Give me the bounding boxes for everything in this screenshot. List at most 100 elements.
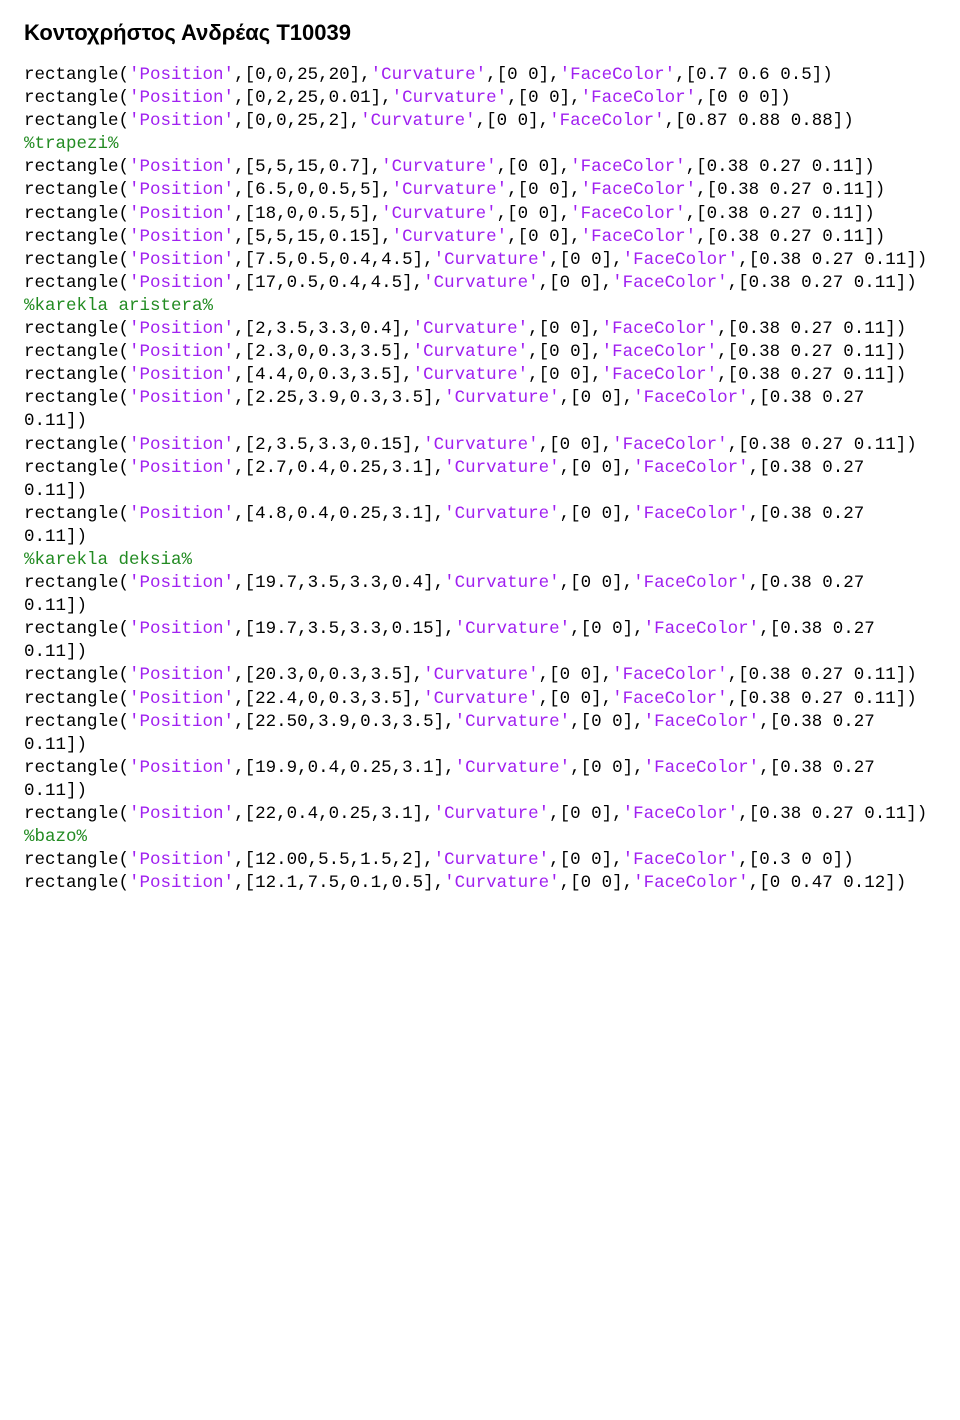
code-text: rectangle(	[24, 758, 129, 778]
code-text: rectangle(	[24, 873, 129, 893]
code-line: rectangle('Position',[2.3,0,0.3,3.5],'Cu…	[24, 341, 936, 364]
code-string: 'FaceColor'	[612, 665, 728, 685]
code-string: 'Curvature'	[423, 689, 539, 709]
code-line: rectangle('Position',[4.8,0.4,0.25,3.1],…	[24, 503, 936, 549]
code-text: ,[2.7,0.4,0.25,3.1],	[234, 458, 444, 478]
code-string: 'Position'	[129, 619, 234, 639]
code-line: rectangle('Position',[19.7,3.5,3.3,0.4],…	[24, 572, 936, 618]
code-string: 'Position'	[129, 157, 234, 177]
code-text: ,[0 0],	[570, 619, 644, 639]
code-text: rectangle(	[24, 850, 129, 870]
code-text: ,[2,3.5,3.3,0.15],	[234, 435, 423, 455]
code-line: rectangle('Position',[22,0.4,0.25,3.1],'…	[24, 803, 936, 826]
code-string: 'Position'	[129, 180, 234, 200]
code-text: ,[2.25,3.9,0.3,3.5],	[234, 388, 444, 408]
code-text: ,[0.38 0.27 0.11])	[738, 250, 927, 270]
code-string: 'Curvature'	[413, 319, 529, 339]
code-text: ,[0 0],	[570, 758, 644, 778]
code-string: 'Curvature'	[360, 111, 476, 131]
code-text: ,[0 0],	[539, 665, 613, 685]
code-line: rectangle('Position',[20.3,0,0.3,3.5],'C…	[24, 664, 936, 687]
code-string: 'Position'	[129, 689, 234, 709]
code-line: rectangle('Position',[4.4,0,0.3,3.5],'Cu…	[24, 364, 936, 387]
code-string: 'Curvature'	[381, 204, 497, 224]
code-string: 'FaceColor'	[570, 157, 686, 177]
code-text: ,[12.00,5.5,1.5,2],	[234, 850, 434, 870]
code-text: rectangle(	[24, 619, 129, 639]
code-string: 'Curvature'	[455, 619, 571, 639]
code-string: 'Curvature'	[392, 88, 508, 108]
code-string: 'Position'	[129, 458, 234, 478]
code-text: ,[0 0],	[539, 435, 613, 455]
code-text: ,[0,0,25,20],	[234, 65, 371, 85]
code-string: 'FaceColor'	[633, 504, 749, 524]
code-string: 'FaceColor'	[549, 111, 665, 131]
code-text: ,[0.38 0.27 0.11])	[717, 319, 906, 339]
code-text: ,[7.5,0.5,0.4,4.5],	[234, 250, 434, 270]
code-text: ,[0 0],	[507, 88, 581, 108]
code-string: 'Curvature'	[444, 504, 560, 524]
code-comment: %bazo%	[24, 827, 87, 847]
code-text: ,[0 0],	[497, 157, 571, 177]
code-string: 'FaceColor'	[623, 804, 739, 824]
code-text: ,[0,2,25,0.01],	[234, 88, 392, 108]
code-text: rectangle(	[24, 111, 129, 131]
code-text: ,[19.9,0.4,0.25,3.1],	[234, 758, 455, 778]
code-text: ,[0.38 0.27 0.11])	[728, 273, 917, 293]
code-text: ,[0.38 0.27 0.11])	[717, 365, 906, 385]
code-text: rectangle(	[24, 65, 129, 85]
code-text: ,[0 0],	[549, 250, 623, 270]
code-line: rectangle('Position',[7.5,0.5,0.4,4.5],'…	[24, 249, 936, 272]
code-string: 'Position'	[129, 435, 234, 455]
code-text: rectangle(	[24, 319, 129, 339]
code-string: 'FaceColor'	[644, 758, 760, 778]
code-string: 'Curvature'	[444, 388, 560, 408]
code-string: 'Position'	[129, 504, 234, 524]
code-string: 'FaceColor'	[612, 273, 728, 293]
code-string: 'Curvature'	[444, 873, 560, 893]
code-text: rectangle(	[24, 388, 129, 408]
code-text: ,[0 0],	[560, 388, 634, 408]
code-text: ,[0 0],	[528, 342, 602, 362]
code-string: 'Curvature'	[455, 712, 571, 732]
code-string: 'Curvature'	[423, 435, 539, 455]
code-text: rectangle(	[24, 504, 129, 524]
code-block: rectangle('Position',[0,0,25,20],'Curvat…	[24, 64, 936, 895]
code-text: rectangle(	[24, 273, 129, 293]
code-string: 'Curvature'	[423, 273, 539, 293]
code-text: ,[0 0],	[528, 365, 602, 385]
code-text: ,[0 0],	[560, 873, 634, 893]
code-text: ,[22.4,0,0.3,3.5],	[234, 689, 423, 709]
code-text: ,[19.7,3.5,3.3,0.4],	[234, 573, 444, 593]
code-string: 'Curvature'	[455, 758, 571, 778]
code-line: %bazo%	[24, 826, 936, 849]
code-comment: %trapezi%	[24, 134, 119, 154]
code-text: ,[0 0],	[497, 204, 571, 224]
code-text: rectangle(	[24, 180, 129, 200]
code-comment: %karekla aristera%	[24, 296, 213, 316]
code-string: 'Position'	[129, 204, 234, 224]
code-line: rectangle('Position',[2,3.5,3.3,0.4],'Cu…	[24, 318, 936, 341]
code-text: ,[0 0],	[528, 319, 602, 339]
code-text: ,[0.38 0.27 0.11])	[696, 180, 885, 200]
code-text: ,[0 0],	[507, 180, 581, 200]
code-text: ,[4.4,0,0.3,3.5],	[234, 365, 413, 385]
code-string: 'FaceColor'	[633, 873, 749, 893]
code-text: ,[0 0],	[560, 573, 634, 593]
code-string: 'FaceColor'	[602, 365, 718, 385]
code-text: ,[0.7 0.6 0.5])	[675, 65, 833, 85]
code-text: ,[0.3 0 0])	[738, 850, 854, 870]
code-string: 'Position'	[129, 342, 234, 362]
code-text: ,[0 0],	[539, 273, 613, 293]
code-string: 'FaceColor'	[644, 712, 760, 732]
document-title: Κοντοχρήστος Ανδρέας Τ10039	[24, 20, 936, 46]
code-text: rectangle(	[24, 712, 129, 732]
code-string: 'Curvature'	[413, 342, 529, 362]
code-line: rectangle('Position',[2.25,3.9,0.3,3.5],…	[24, 387, 936, 433]
code-string: 'FaceColor'	[633, 388, 749, 408]
code-text: ,[0 0],	[486, 65, 560, 85]
code-text: ,[0 0],	[560, 504, 634, 524]
code-string: 'FaceColor'	[633, 458, 749, 478]
code-text: ,[0.38 0.27 0.11])	[728, 665, 917, 685]
code-string: 'FaceColor'	[612, 689, 728, 709]
